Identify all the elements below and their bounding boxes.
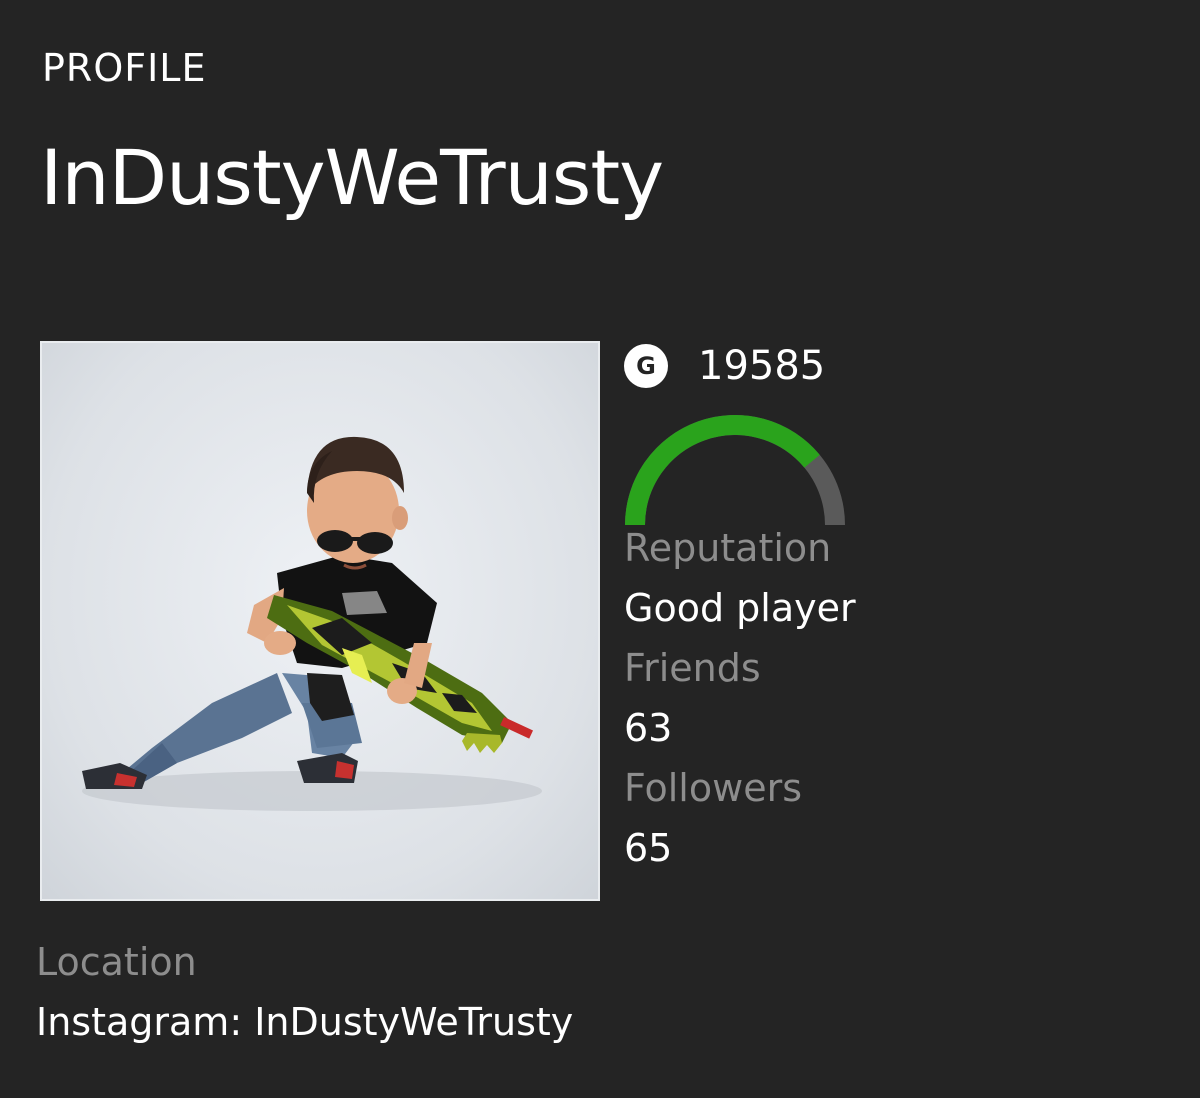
location-value: Instagram: InDustyWeTrusty — [36, 1000, 574, 1044]
avatar-image — [40, 341, 600, 901]
avatar-illustration — [82, 436, 542, 811]
followers-label: Followers — [624, 766, 802, 810]
followers-count[interactable]: 65 — [624, 818, 1144, 878]
location-label: Location — [36, 940, 197, 984]
friends-label: Friends — [624, 646, 761, 690]
reputation-label: Reputation — [624, 526, 832, 570]
gamerscore-icon: G — [624, 344, 668, 388]
gamerscore-value: 19585 — [698, 343, 826, 389]
reputation-meter — [625, 415, 845, 526]
gamerscore-row: G 19585 — [624, 340, 1144, 392]
profile-stats: G 19585 Reputation Good player Friends 6… — [624, 340, 1144, 878]
gamertag-title: InDustyWeTrusty — [40, 133, 664, 222]
section-label: PROFILE — [42, 46, 207, 90]
friends-count[interactable]: 63 — [624, 698, 1144, 758]
location-section: Location Instagram: InDustyWeTrusty — [36, 932, 573, 1052]
reputation-value: Good player — [624, 586, 856, 630]
